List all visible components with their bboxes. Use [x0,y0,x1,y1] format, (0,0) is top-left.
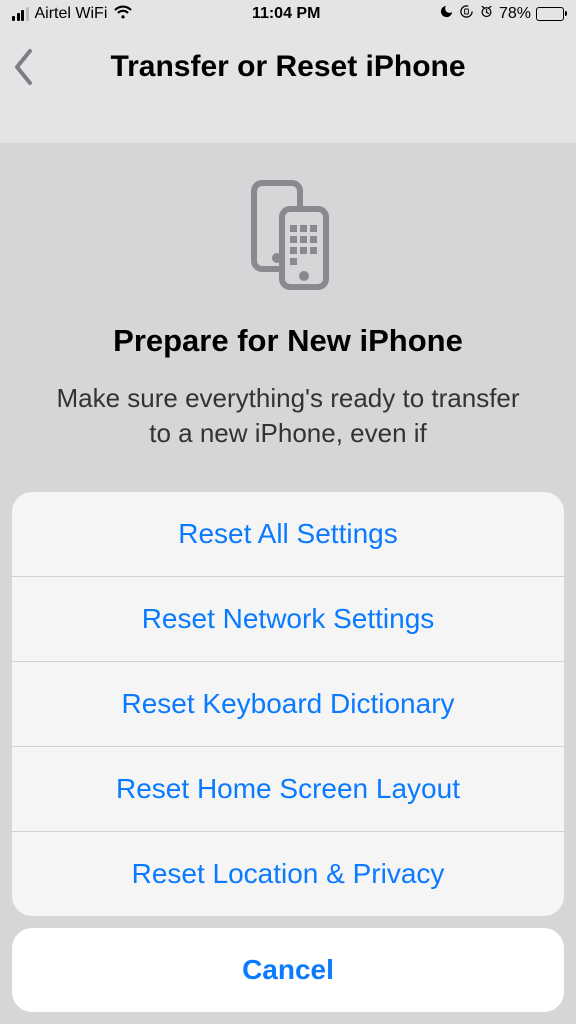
cellular-signal-icon [12,7,29,21]
reset-location-privacy-button[interactable]: Reset Location & Privacy [12,832,564,916]
status-right: 78% [439,4,564,24]
wifi-icon [113,4,133,25]
alarm-icon [479,4,494,24]
status-time: 11:04 PM [252,5,320,23]
main-content: Prepare for New iPhone Make sure everyth… [0,143,576,451]
reset-network-settings-button[interactable]: Reset Network Settings [12,577,564,662]
prepare-title: Prepare for New iPhone [0,323,576,359]
devices-icon [0,175,576,295]
battery-icon [536,7,564,21]
reset-keyboard-dictionary-button[interactable]: Reset Keyboard Dictionary [12,662,564,747]
orientation-lock-icon [459,4,474,24]
status-left: Airtel WiFi [12,4,133,25]
reset-home-screen-layout-button[interactable]: Reset Home Screen Layout [12,747,564,832]
carrier-label: Airtel WiFi [35,5,108,23]
prepare-body: Make sure everything's ready to transfer… [0,381,576,451]
sheet-options: Reset All Settings Reset Network Setting… [12,492,564,916]
cancel-button[interactable]: Cancel [12,928,564,1012]
navigation-bar: Transfer or Reset iPhone [0,28,576,143]
battery-label: 78% [499,5,531,23]
action-sheet: Reset All Settings Reset Network Setting… [12,492,564,1012]
status-bar: Airtel WiFi 11:04 PM 78% [0,0,576,28]
reset-all-settings-button[interactable]: Reset All Settings [12,492,564,577]
moon-icon [439,4,454,24]
page-title: Transfer or Reset iPhone [110,50,465,84]
back-button[interactable] [12,48,34,93]
